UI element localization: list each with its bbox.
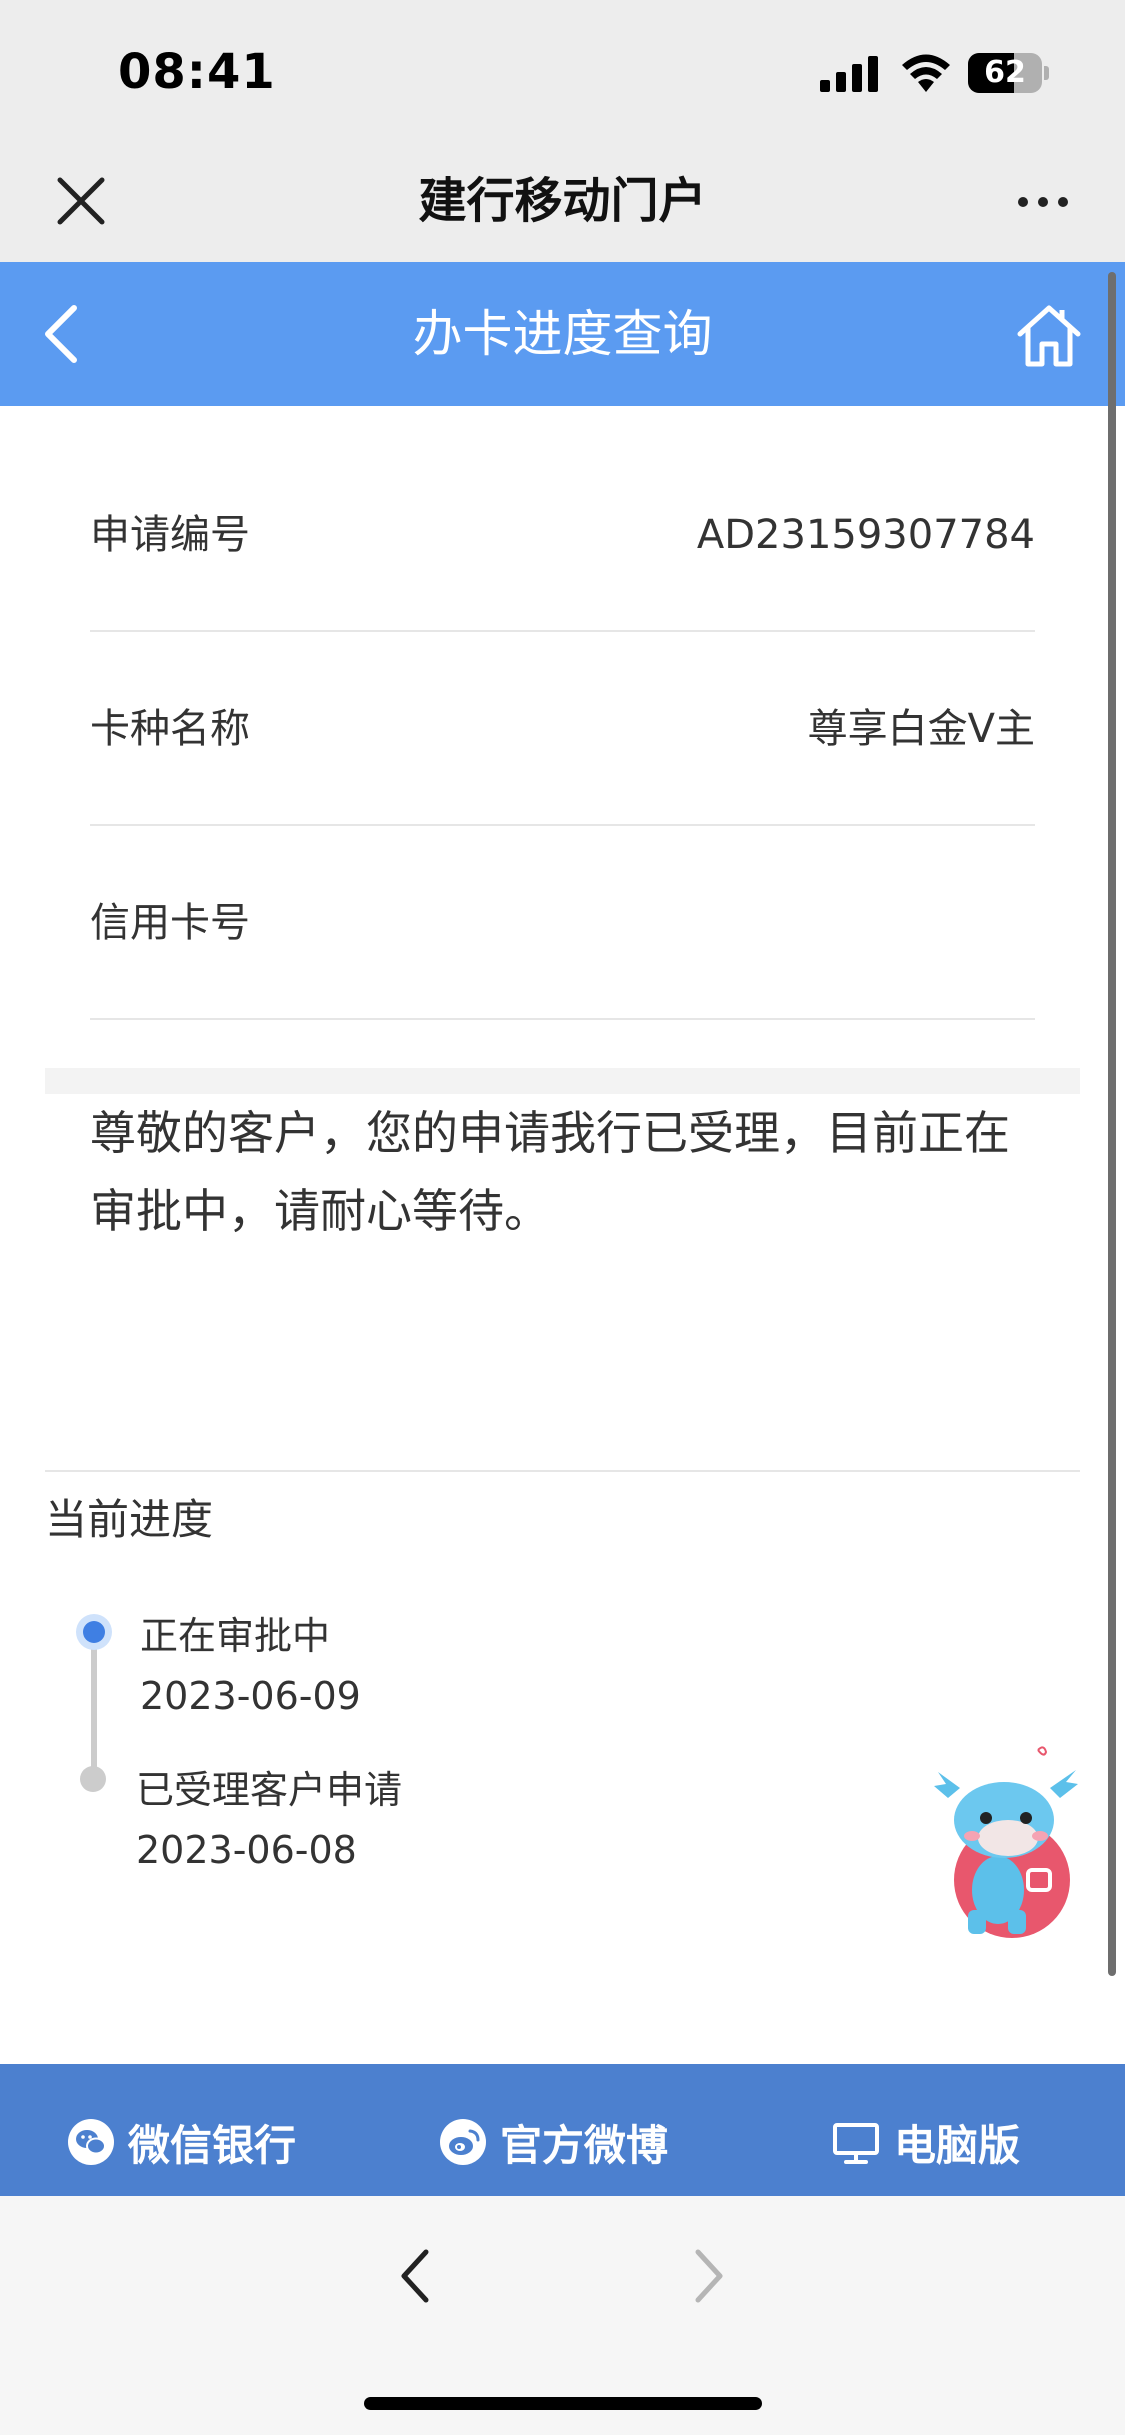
battery-level: 62 (984, 55, 1026, 90)
wechat-bank-label: 微信银行 (128, 2120, 297, 2170)
card-number-label: 信用卡号 (90, 900, 250, 946)
step-1-status: 正在审批中 (140, 1614, 331, 1658)
section-separator (45, 1068, 1080, 1094)
status-notice: 尊敬的客户，您的申请我行已受理，目前正在审批中，请耐心等待。 (90, 1106, 1010, 1238)
step-2-date: 2023-06-08 (136, 1828, 357, 1872)
home-icon[interactable] (1016, 302, 1082, 368)
wifi-icon (902, 54, 950, 92)
home-indicator[interactable] (364, 2397, 762, 2410)
official-weibo-link[interactable]: 官方微博 (440, 2064, 668, 2196)
battery-cap (1044, 66, 1049, 80)
wechat-navigation-bar: 建行移动门户 (0, 140, 1125, 262)
cellular-signal-icon (820, 56, 878, 92)
application-number-row: 申请编号 AD23159307784 (90, 438, 1035, 632)
more-options-icon[interactable] (1016, 192, 1070, 212)
desktop-icon (833, 2123, 879, 2164)
status-bar: 08:41 62 (0, 0, 1125, 140)
timeline-line (91, 1640, 97, 1780)
divider (45, 1470, 1080, 1472)
browser-forward-icon[interactable] (688, 2246, 728, 2306)
progress-heading: 当前进度 (45, 1495, 214, 1544)
page-header: 办卡进度查询 (0, 262, 1125, 406)
step-1-date: 2023-06-09 (140, 1674, 361, 1718)
timeline-dot-active (76, 1614, 112, 1650)
browser-back-icon[interactable] (396, 2246, 436, 2306)
battery-icon: 62 (968, 53, 1042, 93)
timeline-dot (80, 1766, 106, 1792)
desktop-version-label: 电脑版 (894, 2120, 1021, 2170)
application-number-value: AD23159307784 (696, 512, 1035, 558)
card-type-label: 卡种名称 (90, 706, 250, 752)
page-title: 办卡进度查询 (412, 305, 713, 363)
wechat-icon (68, 2119, 114, 2165)
card-number-row: 信用卡号 (90, 826, 1035, 1020)
desktop-version-link[interactable]: 电脑版 (832, 2064, 1020, 2196)
step-2-status: 已受理客户申请 (136, 1768, 403, 1812)
wechat-page-title: 建行移动门户 (418, 173, 707, 229)
wechat-bank-link[interactable]: 微信银行 (68, 2064, 296, 2196)
status-time: 08:41 (118, 44, 276, 100)
official-weibo-label: 官方微博 (500, 2120, 669, 2170)
scrollbar[interactable] (1108, 272, 1116, 1976)
close-icon[interactable] (52, 172, 110, 230)
back-arrow-icon[interactable] (40, 302, 84, 366)
footer-links-bar: 微信银行 官方微博 电脑版 (0, 2064, 1125, 2196)
assistant-mascot-button[interactable] (928, 1740, 1088, 1940)
card-type-row: 卡种名称 尊享白金V主 (90, 632, 1035, 826)
weibo-icon (440, 2119, 486, 2165)
card-type-value: 尊享白金V主 (807, 706, 1035, 752)
application-number-label: 申请编号 (90, 512, 250, 558)
